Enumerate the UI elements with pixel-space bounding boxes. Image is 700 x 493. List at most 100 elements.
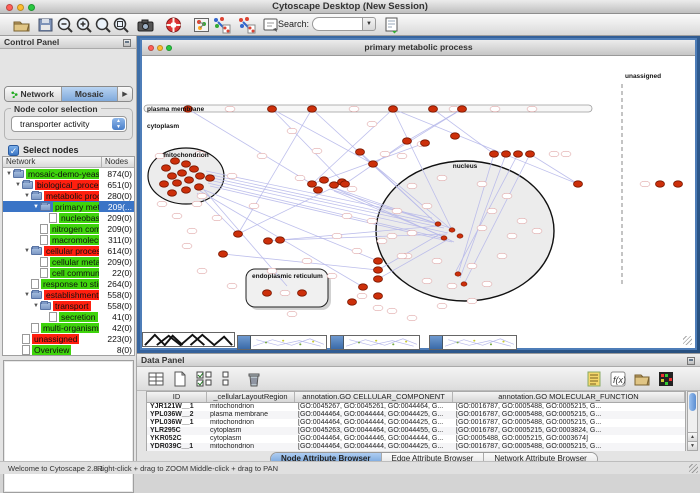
disclosure-triangle-icon[interactable]: ▼: [33, 204, 40, 210]
minimize-window-icon[interactable]: [17, 4, 24, 11]
attribute-list-icon[interactable]: [585, 370, 603, 388]
zoom-fit-icon[interactable]: [94, 16, 113, 34]
zoom-selected-icon[interactable]: [112, 16, 131, 34]
scroll-down-icon[interactable]: ▼: [688, 441, 697, 450]
tree-row[interactable]: response to stimulu264(0): [3, 278, 134, 289]
overview-thumbnail[interactable]: [142, 332, 235, 347]
table-row[interactable]: YLR295Ccytoplasm[GO:0045263, GO:0044464,…: [147, 427, 685, 435]
node-label-oval: [532, 228, 542, 234]
view-minimize-icon[interactable]: [157, 45, 163, 51]
tree-row[interactable]: Overview8(0): [3, 344, 134, 355]
data-panel-title: Data Panel: [141, 355, 184, 365]
tree-row[interactable]: secretion41(0): [3, 311, 134, 322]
table-scrollbar-thumb[interactable]: [689, 393, 696, 411]
tree-row[interactable]: ▼biological_process651(0): [3, 179, 134, 190]
tree-row[interactable]: ▼primary metab209(...: [3, 201, 134, 212]
node-label-oval: [332, 233, 342, 239]
minimized-view-2[interactable]: [330, 335, 420, 350]
table-column-header[interactable]: _cellularLayoutRegion: [207, 392, 295, 402]
network-graph-canvas[interactable]: plasma membranecytoplasmmitochondrionnuc…: [142, 56, 695, 348]
layout-icon-b[interactable]: [237, 16, 256, 34]
view-close-icon[interactable]: [148, 45, 154, 51]
import-icon[interactable]: [382, 16, 401, 34]
open-icon[interactable]: [12, 16, 31, 34]
data-panel-float-icon[interactable]: [687, 357, 695, 365]
table-cell: cytoplasm: [207, 427, 295, 435]
disclosure-triangle-icon[interactable]: ▼: [33, 303, 40, 309]
new-attribute-icon[interactable]: [171, 370, 189, 388]
app-resize-grip[interactable]: [689, 464, 698, 473]
network-leaf-icon: [40, 235, 48, 245]
float-panel-icon[interactable]: [123, 39, 131, 47]
node-color-dropdown[interactable]: transporter activity ▲▼: [11, 116, 127, 132]
tree-row[interactable]: multi-organism pro42(0): [3, 322, 134, 333]
tree-row[interactable]: ▼establishment of lo558(0): [3, 289, 134, 300]
disclosure-triangle-icon[interactable]: ▼: [15, 182, 22, 188]
function-builder-icon[interactable]: f(x): [609, 370, 627, 388]
layout-icon-a[interactable]: [212, 16, 231, 34]
tab-network[interactable]: Network: [5, 87, 62, 101]
tree-row[interactable]: cell communicat22(0): [3, 267, 134, 278]
disclosure-triangle-icon[interactable]: ▼: [24, 248, 31, 254]
table-row[interactable]: YDR039C__1mitochondrion[GO:0044464, GO:0…: [147, 443, 685, 451]
select-nodes-checkbox[interactable]: ✓: [8, 145, 19, 156]
table-scrollbar[interactable]: ▲ ▼: [687, 391, 698, 451]
table-column-header[interactable]: annotation.GO MOLECULAR_FUNCTION: [453, 392, 685, 402]
node-label-oval: [477, 181, 487, 187]
tree-row[interactable]: ▼transport558(0): [3, 300, 134, 311]
unselect-attributes-icon[interactable]: [219, 370, 237, 388]
network-overview-icon[interactable]: [192, 16, 211, 34]
select-attributes-icon[interactable]: [195, 370, 213, 388]
view-zoom-icon[interactable]: [166, 45, 172, 51]
graph-edge: [272, 109, 373, 164]
network-window-title-bar[interactable]: primary metabolic process: [142, 40, 695, 56]
import-attributes-icon[interactable]: [633, 370, 651, 388]
network-graph[interactable]: plasma membranecytoplasmmitochondrionnuc…: [142, 56, 695, 348]
tree-row[interactable]: ▼cellular process614(0): [3, 245, 134, 256]
tree-row[interactable]: ▼mosaic-demo-yeast874(0): [3, 168, 134, 179]
scroll-up-icon[interactable]: ▲: [688, 432, 697, 441]
search-dropdown-arrow-icon[interactable]: ▼: [362, 17, 376, 31]
tree-column-nodes[interactable]: Nodes: [102, 157, 134, 167]
tree-row[interactable]: nucleobase-209(0): [3, 212, 134, 223]
zoom-window-icon[interactable]: [28, 4, 35, 11]
tree-row[interactable]: cellular metabo209(0): [3, 256, 134, 267]
zoom-out-icon[interactable]: [56, 16, 75, 34]
zoom-in-icon[interactable]: [75, 16, 94, 34]
tree-row[interactable]: unassigned223(0): [3, 333, 134, 344]
disclosure-triangle-icon[interactable]: ▼: [6, 171, 13, 177]
svg-text:f(x): f(x): [613, 375, 626, 385]
save-icon[interactable]: [36, 16, 55, 34]
search-input[interactable]: [312, 17, 362, 31]
graph-node: [320, 177, 329, 183]
network-name-chip: nucleobase-: [59, 213, 99, 223]
tree-row[interactable]: macromolecule311(0): [3, 234, 134, 245]
table-column-header[interactable]: annotation.GO CELLULAR_COMPONENT: [295, 392, 453, 402]
table-row[interactable]: YJR121W__1mitochondrion[GO:0045267, GO:0…: [147, 403, 685, 411]
select-nodes-row: ✓ Select nodes: [8, 144, 79, 156]
delete-attribute-icon[interactable]: [245, 370, 263, 388]
minimized-view-1[interactable]: [237, 335, 327, 350]
attribute-matrix-icon[interactable]: [657, 370, 675, 388]
minimized-view-3[interactable]: [429, 335, 517, 350]
table-row[interactable]: YPL036W__2plasma membrane[GO:0044464, GO…: [147, 411, 685, 419]
network-name-chip: response to stimulu: [41, 279, 99, 289]
disclosure-triangle-icon[interactable]: ▼: [24, 292, 31, 298]
tab-overflow-arrow-icon[interactable]: ▶: [118, 87, 132, 101]
table-row[interactable]: YKR052Ccytoplasm[GO:0044464, GO:0044446,…: [147, 435, 685, 443]
close-window-icon[interactable]: [6, 4, 13, 11]
attribute-columns-icon[interactable]: [147, 370, 165, 388]
tree-column-network[interactable]: Network: [3, 157, 102, 167]
disclosure-triangle-icon[interactable]: ▼: [24, 193, 31, 199]
table-row[interactable]: YPL036W__1mitochondrion[GO:0044464, GO:0…: [147, 419, 685, 427]
table-column-header[interactable]: ID: [147, 392, 207, 402]
tab-mosaic[interactable]: Mosaic: [62, 87, 119, 101]
tree-row[interactable]: nitrogen compo209(0): [3, 223, 134, 234]
tree-row[interactable]: ▼metabolic process280(0): [3, 190, 134, 201]
network-view-window[interactable]: primary metabolic process plasma membran…: [140, 38, 697, 350]
help-icon[interactable]: [164, 16, 183, 34]
window-resize-grip[interactable]: [683, 336, 692, 345]
attribute-table[interactable]: ID_cellularLayoutRegionannotation.GO CEL…: [146, 391, 686, 451]
snapshot-icon[interactable]: [136, 16, 155, 34]
table-cell: [GO:0005488, GO:0005215, GO:0003674]: [453, 435, 685, 443]
